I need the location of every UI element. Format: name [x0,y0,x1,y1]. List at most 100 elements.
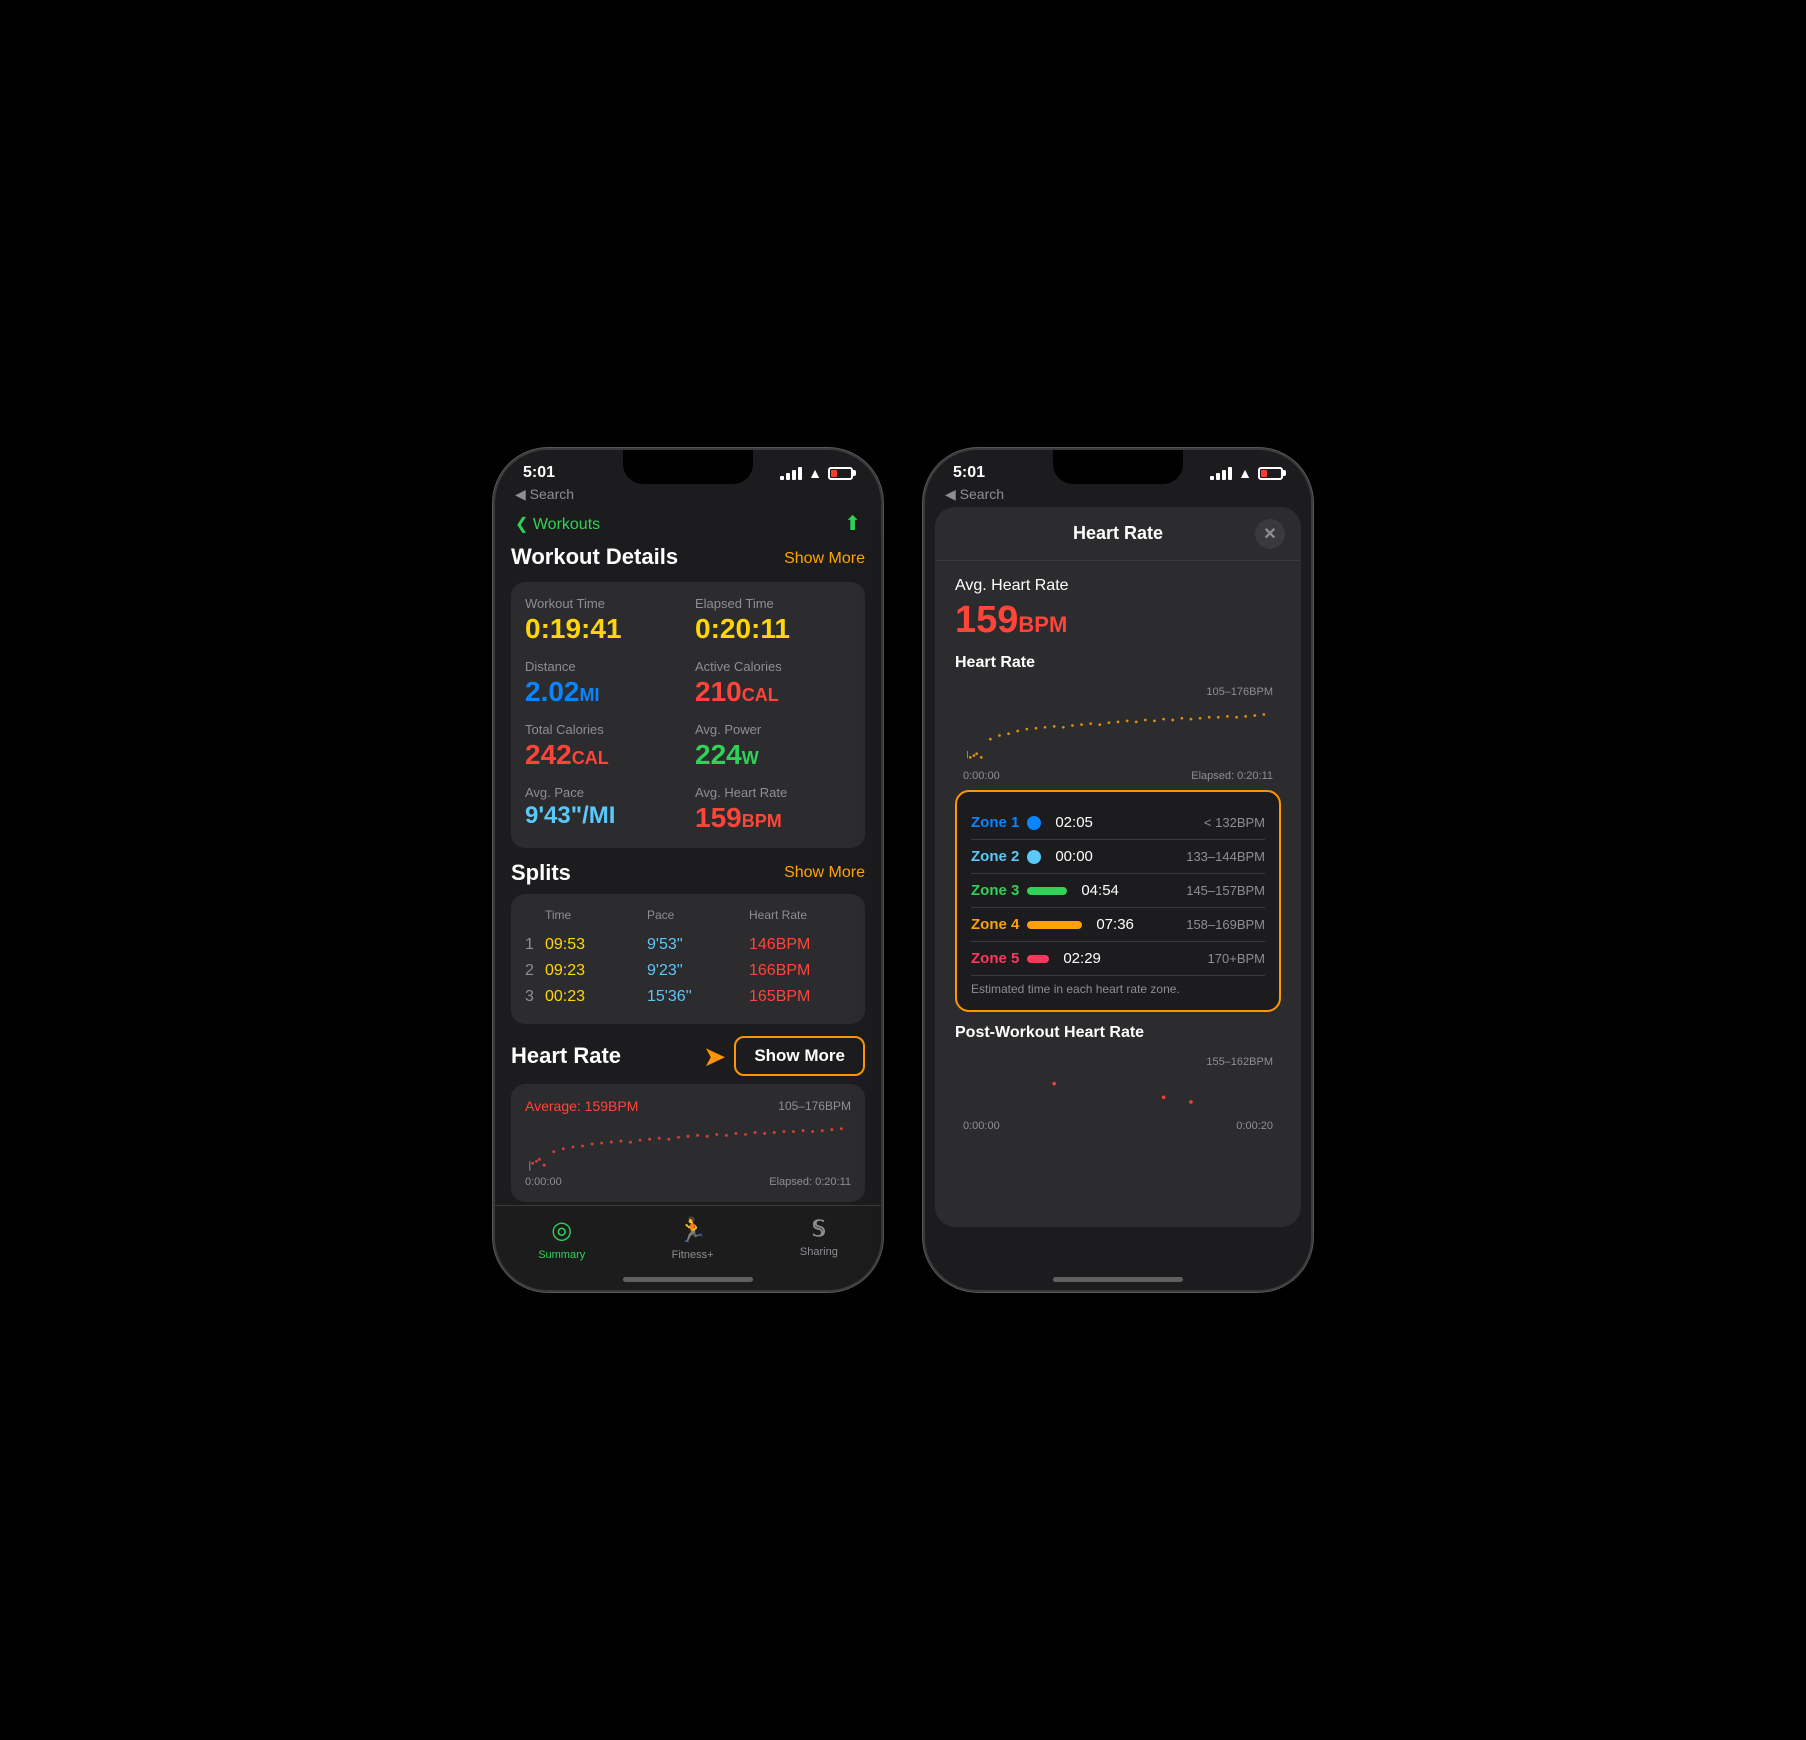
bar1 [780,476,784,480]
summary-icon: ◎ [551,1216,572,1245]
detail-distance: Distance 2.02MI [525,659,681,708]
bar3 [792,470,796,480]
detail-total-calories: Total Calories 242CAL [525,722,681,771]
post-elapsed: 0:00:20 [1236,1120,1273,1132]
screen-content-1: Workout Details Show More Workout Time 0… [495,544,881,1284]
chart-start: 0:00:00 [963,770,1000,782]
sharing-icon: 𝕊 [812,1216,826,1242]
detail-active-calories: Active Calories 210CAL [695,659,851,708]
zone1-indicator [1027,816,1041,830]
signal-icon [780,467,802,480]
chart-elapsed: Elapsed: 0:20:11 [1191,770,1273,782]
split-row-1: 1 09:53 9'53'' 146BPM [525,932,851,958]
splits-columns: Time Pace Heart Rate [525,908,851,926]
heart-rate-header: Heart Rate ➤ Show More [511,1036,865,1076]
notch-2 [1053,450,1183,484]
back-workouts-btn[interactable]: ❮ Workouts [515,514,600,534]
tab-fitness-label: Fitness+ [672,1249,714,1261]
workout-details-card: Workout Time 0:19:41 Elapsed Time 0:20:1… [511,582,865,848]
zone1-range: < 132BPM [1204,815,1265,830]
splits-card: Time Pace Heart Rate 1 09:53 9'53'' 146B… [511,894,865,1024]
split-row-2: 2 09:23 9'23'' 166BPM [525,958,851,984]
home-indicator-2 [1053,1277,1183,1282]
detail-avg-pace: Avg. Pace 9'43"/MI [525,785,681,834]
zone4-time: 07:36 [1096,916,1134,933]
battery-fill [831,470,837,477]
zone5-time: 02:29 [1063,950,1101,967]
heart-rate-card: Average: 159BPM 105–176BPM [511,1084,865,1202]
post-hr-range: 155–162BPM [1206,1056,1273,1068]
post-hr-title: Post-Workout Heart Rate [955,1024,1281,1042]
post-hr-chart-area: 155–162BPM 0:00:00 0:00:20 [955,1048,1281,1128]
orange-arrow-icon: ➤ [703,1040,726,1073]
battery-icon-2 [1258,467,1283,480]
hr-elapsed-label: Elapsed: 0:20:11 [769,1176,851,1188]
home-indicator-1 [623,1277,753,1282]
tab-bar-1: ◎ Summary 🏃 Fitness+ 𝕊 Sharing [495,1205,881,1290]
detail-workout-time: Workout Time 0:19:41 [525,596,681,645]
zone-row-3: Zone 3 04:54 145–157BPM [971,874,1265,908]
tab-summary[interactable]: ◎ Summary [538,1216,585,1261]
workout-details-grid: Workout Time 0:19:41 Elapsed Time 0:20:1… [525,596,851,834]
hr-chart-svg [525,1114,851,1174]
phone-2: 5:01 ▲ ◀ Search [923,448,1313,1292]
detail-avg-hr: Avg. Heart Rate 159BPM [695,785,851,834]
nav-bar-1: ❮ Workouts ⬆ [495,507,881,544]
workout-details-show-more[interactable]: Show More [784,550,865,568]
chart-title: Heart Rate [955,654,1281,672]
chart-svg [963,698,1273,763]
battery-icon [828,467,853,480]
tab-fitness[interactable]: 🏃 Fitness+ [672,1216,714,1261]
wifi-icon-2: ▲ [1238,465,1252,481]
search-back-2[interactable]: ◀ Search [925,486,1311,507]
modal-content: Avg. Heart Rate 159BPM Heart Rate 105–17… [935,561,1301,1221]
hr-range: 105–176BPM [778,1099,851,1113]
share-button[interactable]: ⬆ [844,511,861,536]
modal-close-button[interactable]: ✕ [1255,519,1285,549]
zone2-range: 133–144BPM [1186,849,1265,864]
zone3-time: 04:54 [1081,882,1119,899]
notch [623,450,753,484]
status-icons-2: ▲ [1210,465,1283,481]
wifi-icon: ▲ [808,465,822,481]
time-1: 5:01 [523,464,555,482]
zone3-range: 145–157BPM [1186,883,1265,898]
show-more-arrow-container: ➤ Show More [703,1036,865,1076]
zone5-range: 170+BPM [1208,951,1265,966]
zone4-range: 158–169BPM [1186,917,1265,932]
zone3-indicator [1027,887,1067,895]
zone1-time: 02:05 [1055,814,1093,831]
time-2: 5:01 [953,464,985,482]
tab-sharing-label: Sharing [800,1246,838,1258]
fitness-icon: 🏃 [678,1216,708,1245]
detail-elapsed-time: Elapsed Time 0:20:11 [695,596,851,645]
hr-avg-label: Average: 159BPM [525,1098,638,1114]
zone2-name: Zone 2 [971,848,1019,865]
phone-1: 5:01 ▲ ◀ Search [493,448,883,1292]
search-back[interactable]: ◀ Search [495,486,881,507]
heart-rate-modal: Heart Rate ✕ Avg. Heart Rate 159BPM Hear… [935,507,1301,1227]
bar2 [786,473,790,480]
avg-hr-label: Avg. Heart Rate [955,577,1281,595]
splits-title: Splits [511,860,571,886]
zone5-name: Zone 5 [971,950,1019,967]
zone-row-2: Zone 2 00:00 133–144BPM [971,840,1265,874]
tab-sharing[interactable]: 𝕊 Sharing [800,1216,838,1258]
detail-avg-power: Avg. Power 224W [695,722,851,771]
hr-dot-chart [525,1114,851,1174]
modal-title: Heart Rate [1073,523,1163,544]
zones-note: Estimated time in each heart rate zone. [971,982,1265,996]
zones-card: Zone 1 02:05 < 132BPM Zone 2 00:00 [955,790,1281,1012]
zone-row-1: Zone 1 02:05 < 132BPM [971,806,1265,840]
post-start: 0:00:00 [963,1120,1000,1132]
splits-show-more[interactable]: Show More [784,864,865,882]
zone-row-5: Zone 5 02:29 170+BPM [971,942,1265,976]
modal-header: Heart Rate ✕ [935,507,1301,561]
tab-summary-label: Summary [538,1249,585,1261]
splits-header: Splits Show More [511,860,865,886]
heart-rate-show-more-button[interactable]: Show More [734,1036,865,1076]
zone4-name: Zone 4 [971,916,1019,933]
signal-icon-2 [1210,467,1232,480]
heart-rate-title: Heart Rate [511,1043,621,1069]
hr-chart-area: 105–176BPM [955,678,1281,778]
